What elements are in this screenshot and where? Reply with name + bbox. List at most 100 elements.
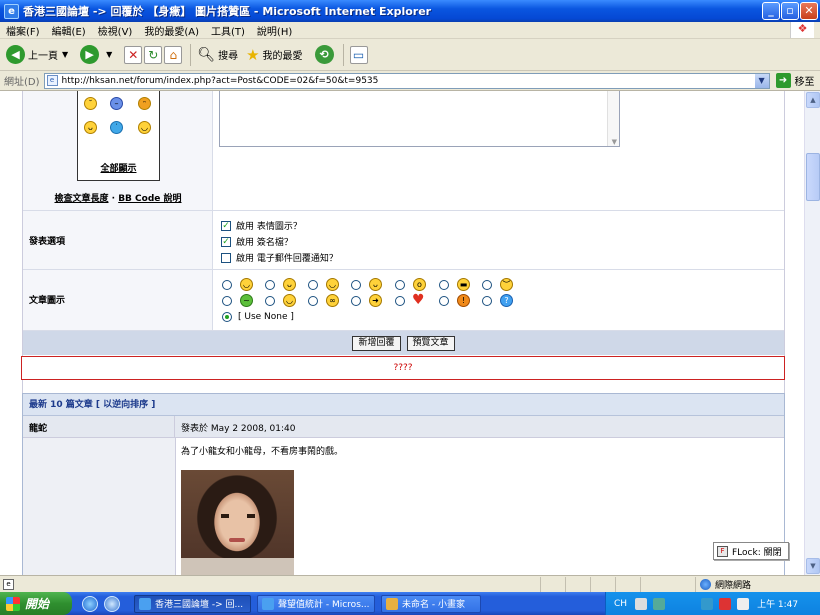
- maximize-button[interactable]: ▫: [781, 2, 799, 20]
- paint-task-icon: [386, 597, 398, 610]
- close-button[interactable]: ✕: [800, 2, 818, 20]
- keyboard-icon[interactable]: [635, 597, 648, 610]
- post-icon-radio[interactable]: [395, 280, 405, 290]
- post-icon-radio[interactable]: [265, 280, 275, 290]
- history-icon[interactable]: ⟲: [314, 45, 334, 64]
- home-icon[interactable]: ⌂: [164, 45, 183, 64]
- language-indicator[interactable]: CH: [614, 599, 627, 609]
- menu-help[interactable]: 說明(H): [257, 23, 292, 38]
- surprised-icon: o: [413, 278, 426, 291]
- refresh-icon[interactable]: ↻: [144, 45, 163, 64]
- emoticon-devil-icon[interactable]: ᵔ: [138, 97, 151, 110]
- chevron-down-icon[interactable]: ▼: [612, 138, 617, 146]
- post-icon-radio[interactable]: [351, 296, 361, 306]
- glasses-icon: ∞: [326, 294, 339, 307]
- search-button[interactable]: 🔍︎ 搜尋: [197, 47, 238, 63]
- enable-signature-checkbox[interactable]: ✓ 啟用 簽名檔？: [221, 235, 293, 248]
- forward-button[interactable]: ▶ ▼: [80, 45, 116, 64]
- post-photo: [181, 470, 294, 575]
- post-icon-radio[interactable]: [308, 296, 318, 306]
- post-icon-radio[interactable]: [395, 296, 405, 306]
- task-paint[interactable]: 未命名 - 小畫家: [381, 594, 481, 613]
- standard-toolbar: ◀ 上一頁 ▼ ▶ ▼ ✕ ↻ ⌂ 🔍︎ 搜尋 ★ 我的最愛 ⟲ ▭: [0, 39, 820, 71]
- post-icon-radio[interactable]: [222, 280, 232, 290]
- post-icon-radio[interactable]: [308, 280, 318, 290]
- stop-icon[interactable]: ✕: [124, 45, 143, 64]
- enable-email-notify-checkbox[interactable]: 啟用 電子郵件回覆通知？: [221, 251, 338, 264]
- antivirus-icon[interactable]: [719, 597, 732, 610]
- bbcode-help-link[interactable]: BB Code 說明: [118, 194, 181, 204]
- page-scrollbar[interactable]: ▲ ▼: [804, 91, 820, 575]
- heart-icon: ♥: [412, 292, 425, 308]
- post-icon-radio[interactable]: [482, 296, 492, 306]
- emoticon-confused-icon[interactable]: ˘: [84, 97, 97, 110]
- emoticon-smile-icon[interactable]: ◡: [138, 121, 151, 134]
- use-none-label: [ Use None ]: [238, 312, 294, 322]
- menu-edit[interactable]: 編輯(E): [52, 23, 86, 38]
- desktop-quicklaunch-icon[interactable]: [104, 595, 120, 612]
- start-button[interactable]: 開始: [0, 592, 72, 615]
- post-icon-label: 文章圖示: [29, 296, 66, 306]
- address-bar: 網址(D) e http://hksan.net/forum/index.php…: [0, 71, 820, 91]
- address-input[interactable]: e http://hksan.net/forum/index.php?act=P…: [43, 72, 770, 89]
- title-bar[interactable]: e 香港三國論壇 -> 回覆於 【身癥】 圖片搭贊區 - Microsoft I…: [0, 0, 820, 22]
- address-label: 網址(D): [4, 77, 40, 88]
- question-icon: ?: [500, 294, 513, 307]
- message-textarea[interactable]: ▼: [219, 91, 620, 147]
- menu-favorites[interactable]: 我的最愛(A): [144, 23, 199, 38]
- post-icon-radio[interactable]: [222, 296, 232, 306]
- teeth-icon: ▬: [457, 278, 470, 291]
- tray-app-icon[interactable]: [701, 597, 714, 610]
- menu-tools[interactable]: 工具(T): [211, 23, 245, 38]
- exclamation-icon: !: [457, 294, 470, 307]
- network-icon[interactable]: [653, 597, 666, 610]
- system-tray: CH 上午 1:47: [605, 592, 820, 615]
- emoticon-laugh-icon[interactable]: ᴗ: [84, 121, 97, 134]
- ie-quicklaunch-icon[interactable]: [82, 595, 98, 612]
- scroll-down-icon[interactable]: ▼: [806, 558, 820, 574]
- forward-arrow-icon: ▶: [80, 45, 100, 64]
- show-all-emoticons-link[interactable]: 全部顯示: [78, 161, 159, 174]
- emoticon-cry-icon[interactable]: ˙: [110, 121, 123, 134]
- post-icon-radio[interactable]: [482, 280, 492, 290]
- go-button[interactable]: ➜ 移至: [775, 73, 815, 88]
- back-button[interactable]: ◀ 上一頁 ▼: [6, 45, 72, 64]
- menu-file[interactable]: 檔案(F): [6, 23, 40, 38]
- favorites-button[interactable]: ★ 我的最愛: [246, 46, 302, 64]
- task-reputation[interactable]: 聲望值統計 - Micros...: [257, 594, 375, 613]
- chevron-down-icon[interactable]: ▼: [62, 50, 68, 59]
- menu-view[interactable]: 檢視(V): [98, 23, 133, 38]
- post-icon-radio[interactable]: [439, 296, 449, 306]
- chevron-down-icon[interactable]: ▼: [754, 73, 769, 88]
- post-options-row: 發表選項 ✓ 啟用 表情圖示？ ✓ 啟用 簽名檔？ 啟用 電子郵件回覆通知？: [23, 211, 784, 270]
- angry-icon: ︶: [500, 278, 513, 291]
- preview-post-button[interactable]: 預覽文章: [406, 335, 455, 351]
- use-none-radio[interactable]: [222, 312, 232, 322]
- enable-emoticons-checkbox[interactable]: ✓ 啟用 表情圖示？: [221, 219, 302, 232]
- post-icon-radio[interactable]: [351, 280, 361, 290]
- flock-widget[interactable]: F FLock: 關閉: [713, 542, 789, 560]
- arrow-right-icon: ➜: [369, 294, 382, 307]
- post-options-label: 發表選項: [29, 237, 66, 247]
- message-row: ˘ – ᵔ ᴗ ˙ ◡ 全部顯示 檢查文章長度 · BB Code 說明 ▼: [23, 91, 784, 211]
- post-icon-radio[interactable]: [265, 296, 275, 306]
- media-icon[interactable]: ▭: [349, 45, 368, 64]
- scroll-up-icon[interactable]: ▲: [806, 92, 820, 108]
- emoticon-cool-icon[interactable]: –: [110, 97, 123, 110]
- status-bar: e 網際網路: [0, 575, 820, 592]
- chevron-down-icon[interactable]: ▼: [106, 50, 112, 59]
- search-icon: 🔍︎: [197, 46, 216, 63]
- page-icon: e: [46, 75, 58, 86]
- minimize-button[interactable]: _: [762, 2, 780, 20]
- page-status-icon: e: [3, 578, 14, 590]
- post-message: 為了小龍女和小龍母，不看房事鬧的戲。: [181, 447, 344, 457]
- post-author[interactable]: 龍蛇: [23, 416, 175, 437]
- scroll-thumb[interactable]: [806, 153, 820, 201]
- task-forum[interactable]: 香港三國論壇 -> 回...: [134, 594, 251, 613]
- volume-icon[interactable]: [737, 597, 750, 610]
- check-length-link[interactable]: 檢查文章長度: [54, 194, 108, 204]
- submit-reply-button[interactable]: 新增回覆: [352, 335, 401, 351]
- laugh-icon: ᴗ: [369, 278, 382, 291]
- happy-icon: ◡: [326, 278, 339, 291]
- post-icon-radio[interactable]: [439, 280, 449, 290]
